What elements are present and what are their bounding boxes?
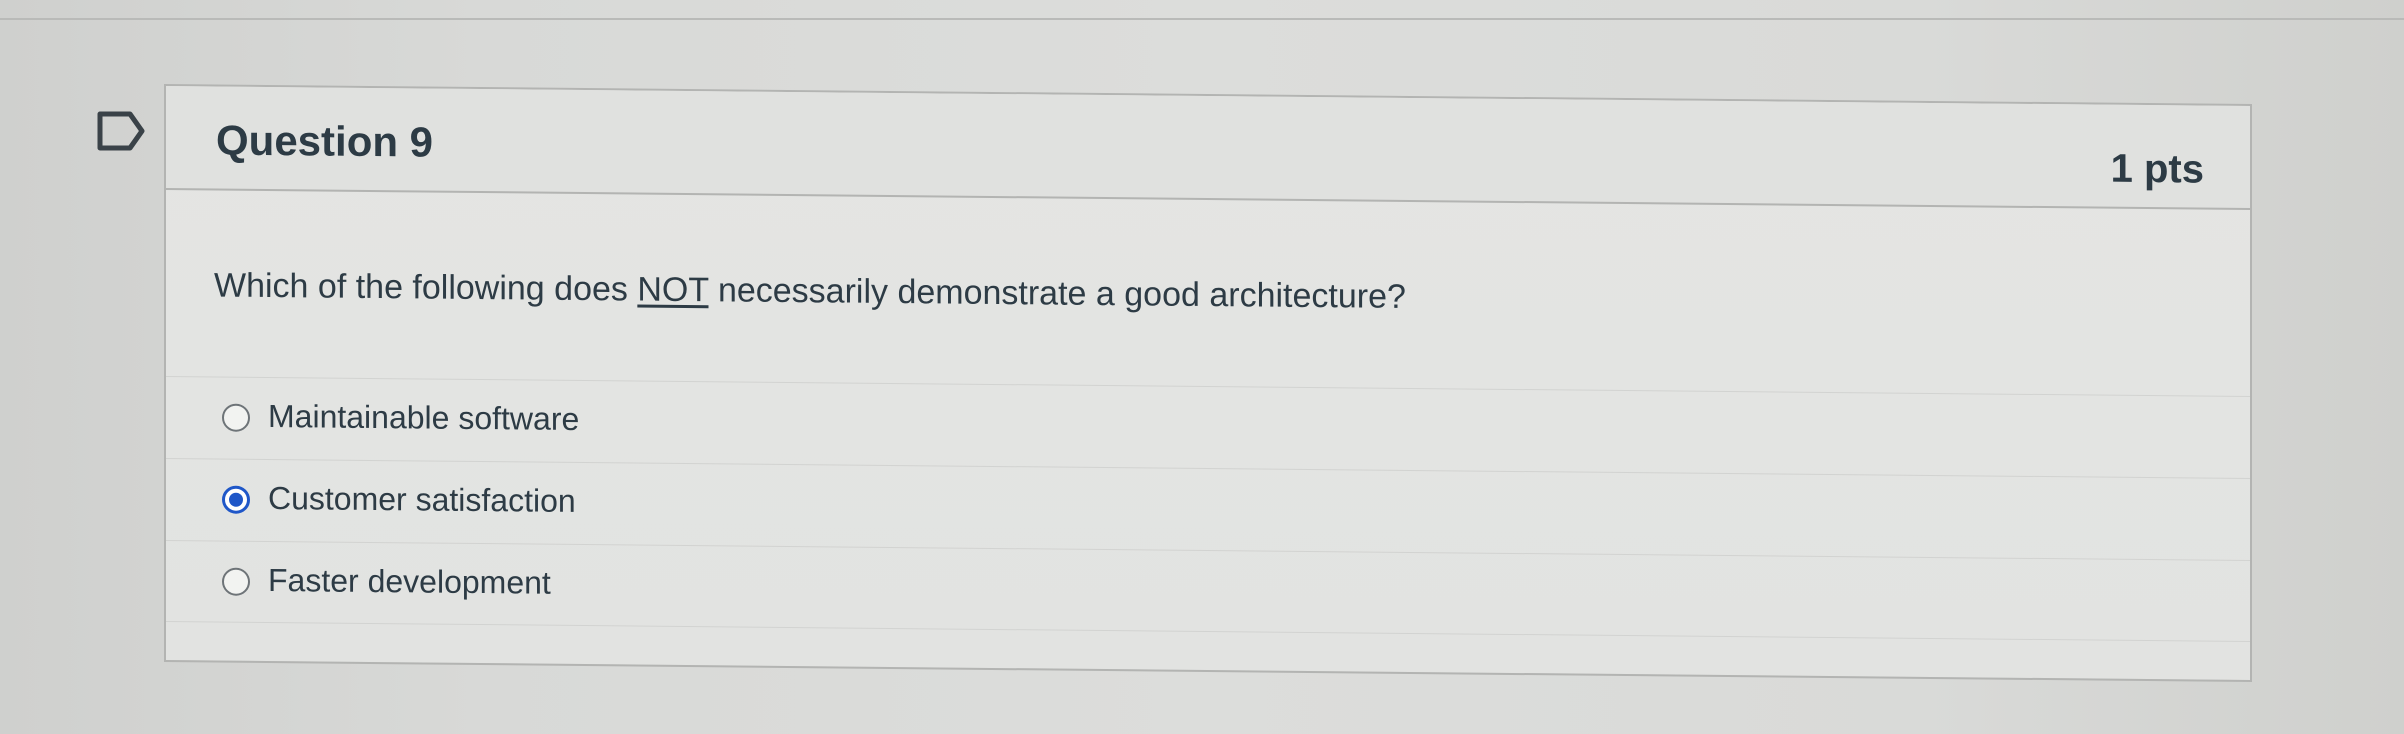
- question-points: 1 pts: [2110, 146, 2204, 192]
- top-divider: [0, 18, 2404, 20]
- answer-label[interactable]: Faster development: [268, 562, 551, 602]
- answer-label[interactable]: Maintainable software: [268, 398, 579, 438]
- question-card: Question 9 1 pts Which of the following …: [164, 84, 2252, 683]
- question-text-before: Which of the following does: [214, 266, 638, 309]
- radio-button[interactable]: [222, 403, 250, 432]
- question-text-emphasis: NOT: [637, 270, 709, 310]
- radio-button[interactable]: [222, 567, 250, 596]
- question-text: Which of the following does NOT necessar…: [214, 266, 1406, 316]
- question-title: Question 9: [216, 116, 434, 166]
- question-text-after: necessarily demonstrate a good architect…: [708, 271, 1406, 316]
- flag-outline-icon[interactable]: [96, 110, 146, 152]
- radio-button-selected[interactable]: [222, 485, 250, 514]
- question-header: Question 9 1 pts: [166, 86, 2250, 211]
- answer-label[interactable]: Customer satisfaction: [268, 480, 576, 520]
- answer-list: Maintainable software Customer satisfact…: [166, 376, 2250, 643]
